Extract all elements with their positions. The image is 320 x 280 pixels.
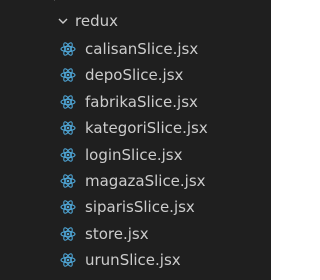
react-icon: [60, 41, 76, 57]
file-item[interactable]: siparisSlice.jsx: [0, 194, 271, 220]
file-label: calisanSlice.jsx: [85, 40, 199, 58]
file-item[interactable]: store.jsx: [0, 221, 271, 247]
file-label: store.jsx: [85, 224, 149, 243]
react-icon: [60, 226, 76, 242]
explorer-panel: redux calisanSlice.jsx depoSlice.jsx fabri…: [0, 0, 271, 280]
chevron-right-icon: [50, 0, 62, 2]
file-label: kategoriSlice.jsx: [85, 119, 208, 138]
file-label: urunSlice.jsx: [85, 251, 181, 270]
folder-redux[interactable]: redux: [0, 8, 271, 34]
file-item[interactable]: fabrikaSlice.jsx: [0, 89, 271, 115]
file-item[interactable]: urunSlice.jsx: [0, 247, 271, 273]
file-label: depoSlice.jsx: [85, 66, 184, 85]
react-icon: [60, 94, 76, 110]
folder-label: redux: [75, 12, 118, 30]
file-label: magazaSlice.jsx: [85, 172, 206, 190]
file-label: fabrikaSlice.jsx: [85, 92, 198, 111]
file-item[interactable]: calisanSlice.jsx: [0, 36, 271, 62]
react-icon: [60, 120, 76, 136]
file-item[interactable]: depoSlice.jsx: [0, 62, 271, 88]
file-label: loginSlice.jsx: [85, 145, 183, 164]
react-icon: [60, 252, 76, 268]
file-label: siparisSlice.jsx: [85, 198, 195, 217]
file-item[interactable]: kategoriSlice.jsx: [0, 115, 271, 141]
parent-folder-row[interactable]: [0, 0, 271, 7]
file-item[interactable]: magazaSlice.jsx: [0, 168, 271, 194]
file-item[interactable]: loginSlice.jsx: [0, 142, 271, 168]
react-icon: [60, 147, 76, 163]
chevron-down-icon: [57, 15, 69, 27]
react-icon: [60, 67, 76, 83]
react-icon: [60, 199, 76, 215]
react-icon: [60, 173, 76, 189]
